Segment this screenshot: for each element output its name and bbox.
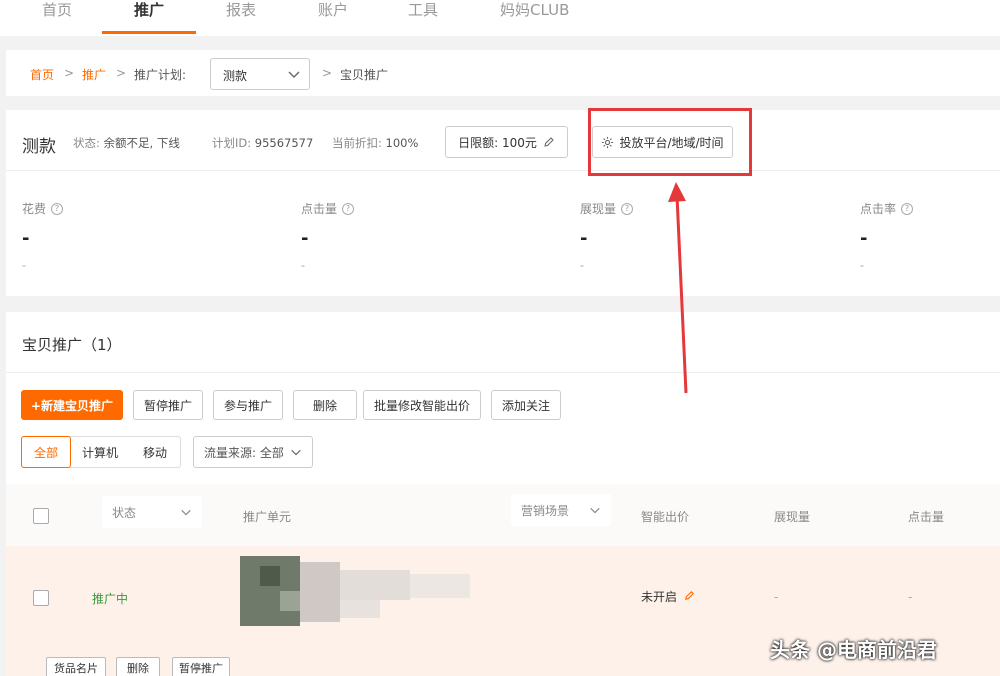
row-delete-button[interactable]: 删除: [116, 657, 160, 676]
metric-sub: -: [580, 259, 584, 272]
item-promotion-card: 宝贝推广（1） +新建宝贝推广 暂停推广 参与推广 删除 批量修改智能出价 添加…: [6, 312, 1000, 676]
segment-all[interactable]: 全部: [21, 436, 71, 468]
tab-tools[interactable]: 工具: [404, 0, 442, 34]
metric-label: 点击量: [301, 202, 338, 216]
pencil-icon[interactable]: [684, 590, 695, 601]
row-clicks: -: [908, 590, 913, 604]
plan-status: 状态: 余额不足, 下线: [73, 136, 180, 150]
daily-budget-button[interactable]: 日限额: 100元: [445, 126, 568, 158]
list-title: 宝贝推广（1）: [22, 336, 122, 354]
chevron-down-icon: [288, 71, 300, 78]
metric-value: -: [860, 228, 868, 249]
metric-sub: -: [860, 259, 864, 272]
metric-sub: -: [22, 259, 26, 272]
unit-header: 推广单元: [243, 510, 292, 524]
breadcrumb-separator: >: [64, 66, 75, 80]
new-item-promotion-button[interactable]: +新建宝贝推广: [21, 390, 123, 420]
metric-value: -: [22, 228, 30, 249]
add-follow-button[interactable]: 添加关注: [491, 390, 561, 420]
row-pause-button[interactable]: 暂停推广: [172, 657, 230, 676]
traffic-source-select[interactable]: 流量来源: 全部: [193, 436, 313, 468]
metric-clicks: 点击量? - -: [301, 200, 501, 272]
tab-mama-club[interactable]: 妈妈CLUB: [496, 0, 573, 34]
plan-name: 测款: [22, 137, 56, 157]
plan-select[interactable]: 测款: [210, 58, 310, 90]
help-icon[interactable]: ?: [621, 202, 634, 215]
row-impressions: -: [774, 590, 779, 604]
traffic-source-value: 流量来源: 全部: [204, 445, 284, 460]
metric-label: 点击率: [860, 202, 897, 216]
metric-value: -: [580, 228, 588, 249]
chevron-down-icon: [590, 507, 600, 514]
select-all-checkbox[interactable]: [33, 508, 49, 524]
breadcrumb-current: 宝贝推广: [340, 68, 389, 82]
help-icon[interactable]: ?: [901, 202, 914, 215]
scene-filter-select[interactable]: 营销场景: [511, 494, 611, 526]
metric-cost: 花费? - -: [22, 200, 222, 272]
plan-select-value: 测款: [223, 69, 248, 83]
divider: [6, 170, 1000, 171]
pencil-icon: [544, 137, 554, 147]
segment-computer[interactable]: 计算机: [70, 437, 130, 467]
help-icon[interactable]: ?: [51, 202, 64, 215]
annotation-highlight-box: [588, 108, 752, 176]
divider: [6, 372, 1000, 373]
metric-ctr: 点击率? - -: [860, 200, 1000, 272]
breadcrumb-separator: >: [116, 66, 127, 80]
metric-label: 展现量: [580, 202, 617, 216]
metric-sub: -: [301, 259, 305, 272]
breadcrumb-home[interactable]: 首页: [30, 66, 54, 83]
tab-home[interactable]: 首页: [38, 0, 76, 34]
status-header: 状态: [112, 505, 137, 520]
help-icon[interactable]: ?: [342, 202, 355, 215]
daily-budget-label: 日限额: 100元: [458, 135, 537, 150]
row-checkbox[interactable]: [33, 590, 49, 606]
smart-bid-value: 未开启: [641, 590, 678, 604]
delete-button[interactable]: 删除: [293, 390, 357, 420]
blurred-product-thumbnail: [240, 556, 480, 626]
batch-bid-button[interactable]: 批量修改智能出价: [363, 390, 481, 420]
impressions-header: 展现量: [774, 510, 811, 524]
chevron-down-icon: [291, 449, 301, 456]
watermark: 头条 @电商前沿君: [770, 638, 937, 662]
metric-value: -: [301, 228, 309, 249]
join-button[interactable]: 参与推广: [213, 390, 283, 420]
segment-mobile[interactable]: 移动: [130, 437, 180, 467]
metric-label: 花费: [22, 202, 47, 216]
chevron-down-icon: [181, 509, 191, 516]
plan-id: 计划ID: 95567577: [212, 136, 314, 150]
device-segment: 全部 计算机 移动: [21, 436, 181, 468]
scene-header: 营销场景: [521, 503, 570, 518]
row-status: 推广中: [92, 592, 129, 606]
clicks-header: 点击量: [908, 510, 945, 524]
product-card-button[interactable]: 货品名片: [46, 657, 106, 676]
table-header: 状态 推广单元 营销场景 智能出价 展现量 点击量: [6, 484, 1000, 546]
status-filter-select[interactable]: 状态: [102, 496, 202, 528]
top-nav: 首页 推广 报表 账户 工具 妈妈CLUB: [0, 0, 1000, 36]
tab-promote[interactable]: 推广: [101, 0, 197, 34]
metric-impressions: 展现量? - -: [580, 200, 780, 272]
plan-discount: 当前折扣: 100%: [332, 136, 419, 150]
row-smart-bid: 未开启: [641, 588, 695, 605]
breadcrumb-promote[interactable]: 推广: [82, 66, 106, 83]
plan-summary-card: 测款 状态: 余额不足, 下线 计划ID: 95567577 当前折扣: 100…: [6, 110, 1000, 296]
tab-account[interactable]: 账户: [314, 0, 352, 34]
breadcrumb: 首页 > 推广 > 推广计划: 测款 > 宝贝推广: [6, 50, 1000, 96]
smart-bid-header: 智能出价: [641, 510, 690, 524]
pause-button[interactable]: 暂停推广: [133, 390, 203, 420]
breadcrumb-plan-label: 推广计划:: [134, 68, 187, 82]
tab-reports[interactable]: 报表: [222, 0, 260, 34]
breadcrumb-separator: >: [322, 66, 333, 80]
